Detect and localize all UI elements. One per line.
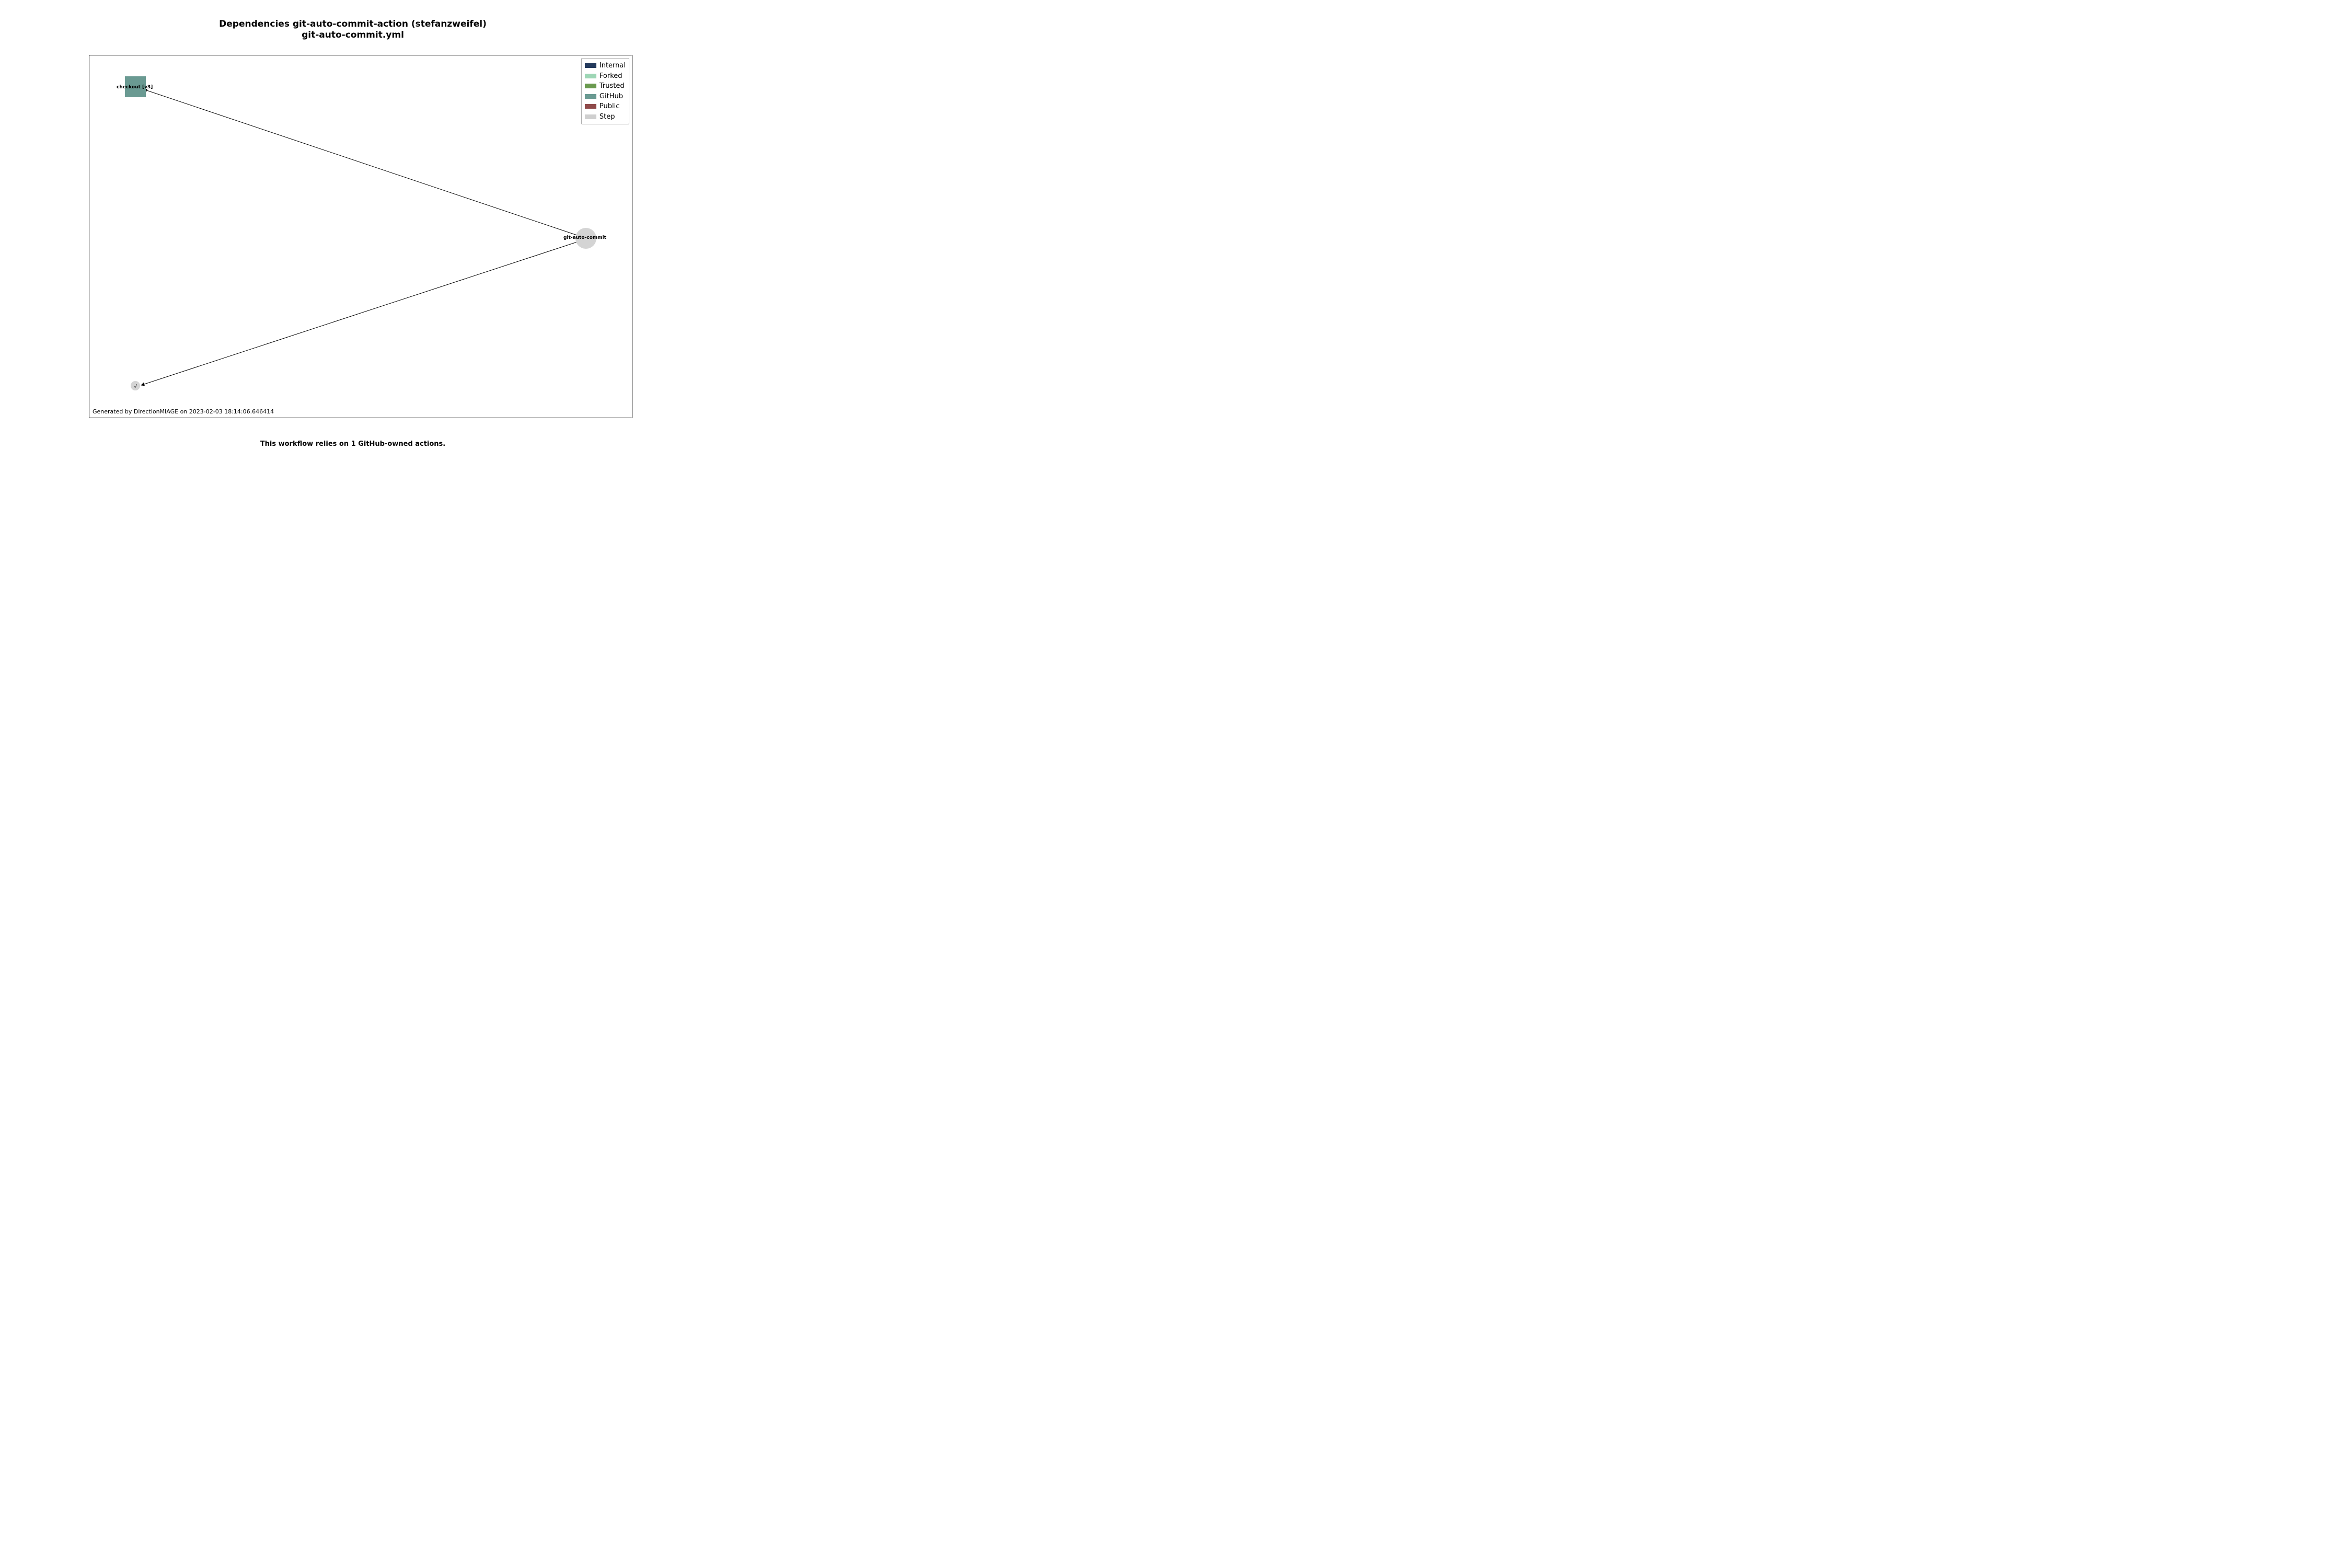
edge-layer [89,55,633,419]
legend-row-github: GitHub [585,91,626,102]
node-root-label: git-auto-commit [563,235,606,240]
edge-root-to-checkout [144,89,577,235]
node-checkout-label: checkout [v3] [117,85,153,90]
summary-caption: This workflow relies on 1 GitHub-owned a… [0,440,706,448]
legend-swatch-step [585,114,596,119]
legend-label-trusted: Trusted [599,82,625,90]
page-root: Dependencies git-auto-commit-action (ste… [0,0,706,470]
chart-title-line1: Dependencies git-auto-commit-action (ste… [0,19,706,30]
legend-swatch-trusted [585,84,596,88]
legend-row-trusted: Trusted [585,81,626,91]
legend-label-github: GitHub [599,93,623,100]
plot-frame: checkout [v3] git-auto-commit ./ Interna… [89,55,632,418]
chart-title: Dependencies git-auto-commit-action (ste… [0,19,706,41]
legend-swatch-internal [585,63,596,68]
legend-label-public: Public [599,102,619,110]
legend-label-internal: Internal [599,62,626,70]
legend-row-public: Public [585,101,626,112]
generation-footer: Generated by DirectionMIAGE on 2023-02-0… [93,408,274,415]
node-local-label: ./ [134,384,137,388]
legend-row-internal: Internal [585,61,626,71]
legend-swatch-public [585,104,596,109]
legend-label-forked: Forked [599,72,622,80]
edge-root-to-local [141,242,577,385]
legend-row-forked: Forked [585,71,626,82]
legend-label-step: Step [599,113,615,121]
legend: Internal Forked Trusted GitHub Public St… [581,58,629,124]
chart-title-line2: git-auto-commit.yml [0,30,706,41]
legend-row-step: Step [585,112,626,122]
legend-swatch-forked [585,74,596,78]
legend-swatch-github [585,94,596,99]
